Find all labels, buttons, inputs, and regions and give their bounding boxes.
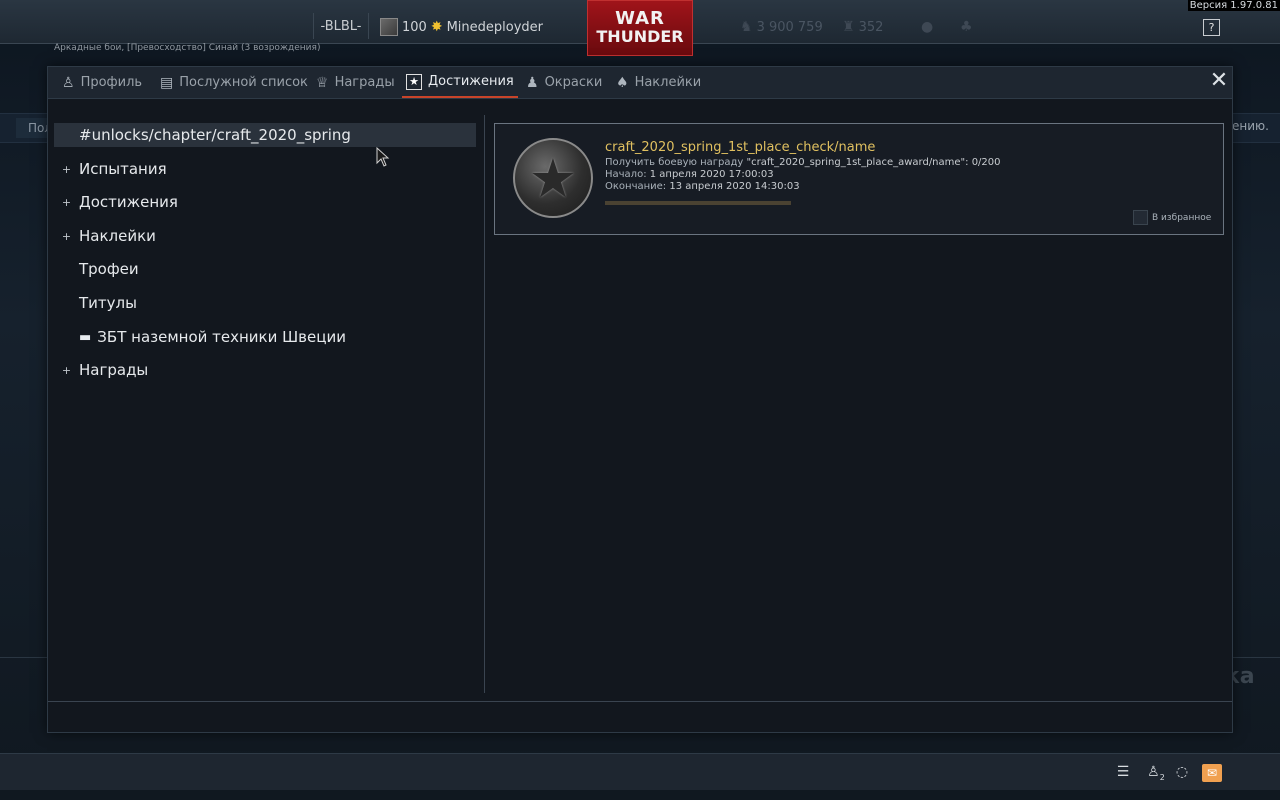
decal-icon: ♠	[616, 74, 629, 91]
list-item-label: Наклейки	[79, 227, 156, 245]
background-text-right: ению.	[1232, 119, 1269, 133]
golden-eagles[interactable]: ♜ 352	[842, 14, 883, 40]
achievement-condition: Получить боевую награду "craft_2020_spri…	[605, 157, 1001, 168]
close-icon[interactable]: ✕	[1208, 70, 1230, 93]
tab-label: Награды	[334, 75, 395, 90]
expand-plus-icon[interactable]: +	[54, 196, 79, 209]
favorite-label: В избранное	[1152, 212, 1212, 223]
tab-achievements[interactable]: ★ Достижения	[402, 67, 518, 98]
tank-icon: ▬	[79, 329, 92, 345]
mouse-cursor-icon	[376, 147, 390, 167]
squad-button[interactable]: -BLBL-	[313, 13, 369, 39]
tree-icon: ♣	[960, 19, 973, 35]
list-item-titles[interactable]: Титулы	[54, 291, 476, 315]
achievement-start: Начало: 1 апреля 2020 17:00:03	[605, 169, 774, 180]
friends-count: 2	[1159, 772, 1165, 782]
expand-plus-icon[interactable]: +	[54, 163, 79, 176]
list-item-achievements[interactable]: + Достижения	[54, 190, 476, 214]
list-item-trophies[interactable]: Трофеи	[54, 257, 476, 281]
war-thunder-logo[interactable]: WAR THUNDER	[587, 0, 693, 56]
modal-footer-divider	[48, 701, 1232, 702]
favorite-toggle[interactable]: В избранное	[1133, 210, 1211, 225]
research-bulb-icon: ●	[921, 19, 934, 35]
list-icon[interactable]: ☰	[1113, 764, 1133, 782]
tab-profile[interactable]: ♙ Профиль	[58, 67, 146, 98]
achievement-star-icon: ★	[406, 73, 422, 90]
list-item-label: ЗБТ наземной техники Швеции	[97, 328, 346, 346]
player-level: 100	[402, 19, 427, 35]
favorite-checkbox[interactable]	[1133, 210, 1148, 225]
achievement-card[interactable]: ★ craft_2020_spring_1st_place_check/name…	[494, 123, 1224, 235]
list-item-sweden-ground-cbt[interactable]: ▬ ЗБТ наземной техники Швеции	[54, 325, 476, 349]
list-item-label: Испытания	[79, 160, 167, 178]
silver-lions[interactable]: ♞ 3 900 759	[740, 14, 823, 40]
tab-label: Наклейки	[634, 75, 702, 90]
expand-plus-icon[interactable]: +	[54, 364, 79, 377]
list-item-craft-2020-spring[interactable]: #unlocks/chapter/craft_2020_spring	[54, 123, 476, 147]
medal-icon: ♕	[316, 74, 329, 91]
paint-brush-icon: ♟	[526, 74, 539, 91]
list-item-label: #unlocks/chapter/craft_2020_spring	[79, 126, 351, 144]
tab-label: Окраски	[544, 75, 603, 90]
version-label: Версия 1.97.0.81	[1187, 0, 1280, 11]
profile-modal: ♙ Профиль ▤ Послужной список ♕ Награды ★…	[47, 66, 1233, 733]
silver-lion-icon: ♞	[740, 19, 753, 35]
bottom-bar: ☰ ♙2 ◌ ✉	[0, 753, 1280, 790]
research-button[interactable]: ●	[921, 14, 933, 40]
panel-divider	[484, 115, 485, 693]
tab-decals[interactable]: ♠ Наклейки	[612, 67, 705, 98]
list-item-label: Титулы	[79, 294, 137, 312]
achievement-end: Окончание: 13 апреля 2020 14:30:03	[605, 181, 800, 192]
profile-icon: ♙	[62, 74, 75, 91]
player-name: Minedeployder	[446, 19, 543, 35]
list-item-awards[interactable]: + Награды	[54, 358, 476, 382]
achievement-title: craft_2020_spring_1st_place_check/name	[605, 140, 876, 155]
friends-icon[interactable]: ♙2	[1143, 764, 1169, 782]
tab-bar: ♙ Профиль ▤ Послужной список ♕ Награды ★…	[48, 67, 1232, 99]
star-medal-icon: ★	[513, 138, 593, 218]
tab-label: Достижения	[428, 74, 514, 89]
eagle-icon: ♜	[842, 19, 855, 35]
level-star-icon: ✸	[430, 19, 443, 35]
service-record-icon: ▤	[160, 74, 174, 91]
list-item-trials[interactable]: + Испытания	[54, 157, 476, 181]
logo-line-2: THUNDER	[596, 27, 684, 46]
list-item-label: Награды	[79, 361, 149, 379]
player-info[interactable]: 100 ✸ Minedeployder	[380, 14, 543, 40]
logo-line-1: WAR	[615, 8, 665, 29]
game-mode-line: Аркадные бои, [Превосходство] Синай (3 в…	[54, 43, 321, 53]
chat-icon[interactable]: ◌	[1172, 764, 1192, 782]
tab-service-record[interactable]: ▤ Послужной список	[156, 67, 312, 98]
golden-eagles-value: 352	[858, 19, 884, 35]
achievement-progress-bar	[605, 201, 791, 205]
category-list: #unlocks/chapter/craft_2020_spring + Исп…	[48, 99, 484, 693]
tab-awards[interactable]: ♕ Награды	[312, 67, 399, 98]
tab-skins[interactable]: ♟ Окраски	[522, 67, 606, 98]
list-item-decals[interactable]: + Наклейки	[54, 224, 476, 248]
list-item-label: Трофеи	[79, 260, 139, 278]
silver-lions-value: 3 900 759	[756, 19, 823, 35]
tab-label: Послужной список	[179, 75, 308, 90]
mail-icon[interactable]: ✉	[1202, 764, 1222, 782]
avatar	[380, 18, 398, 36]
shop-button[interactable]: ♣	[960, 14, 973, 40]
list-item-label: Достижения	[79, 193, 178, 211]
expand-plus-icon[interactable]: +	[54, 230, 79, 243]
tab-label: Профиль	[80, 75, 143, 90]
help-button[interactable]: ?	[1203, 19, 1220, 36]
